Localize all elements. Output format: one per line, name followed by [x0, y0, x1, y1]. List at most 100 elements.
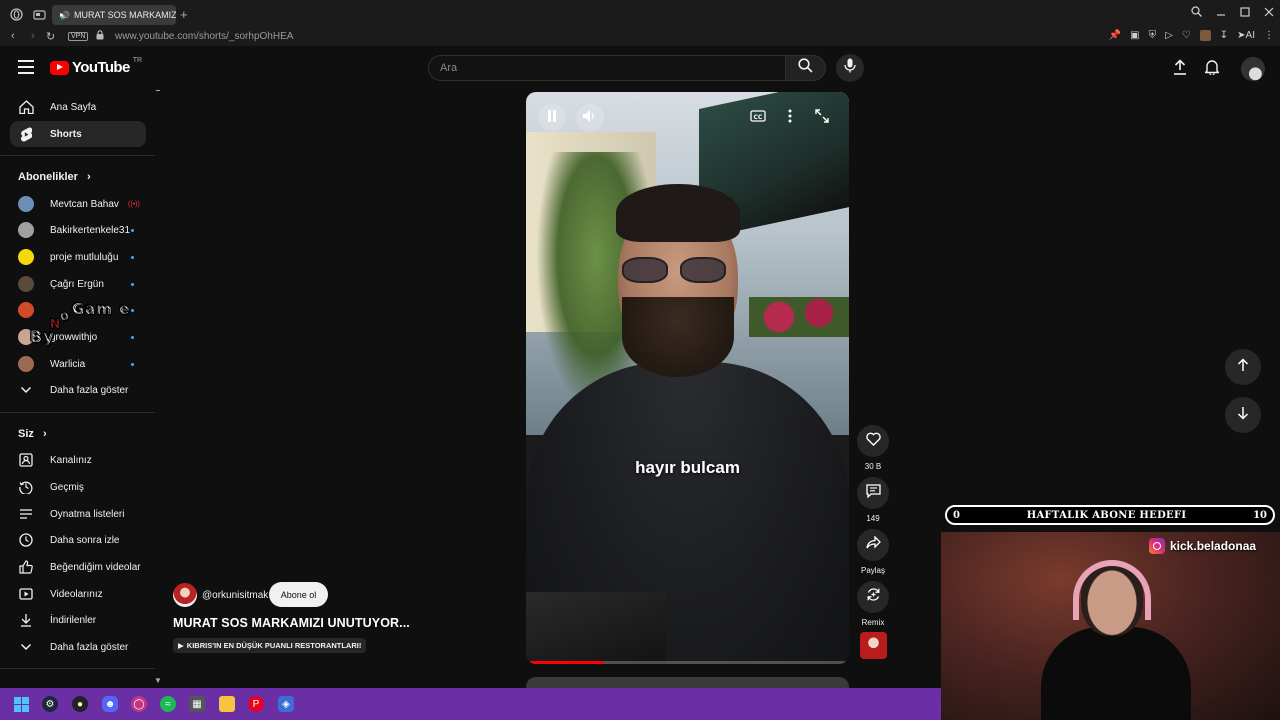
account-avatar[interactable]	[1241, 57, 1265, 81]
network-app-icon[interactable]: ◈	[278, 696, 294, 712]
maximize-icon[interactable]	[1240, 6, 1250, 20]
browser-tab-active[interactable]: 🔊 MURAT SOS MARKAMIZ	[52, 5, 176, 25]
share-label: Paylaş	[860, 566, 885, 575]
sidebar-item-history[interactable]: Geçmiş	[10, 474, 146, 500]
pinterest-icon[interactable]: P	[248, 696, 264, 712]
tab-manager-icon[interactable]	[31, 6, 47, 22]
file-explorer-icon[interactable]	[219, 696, 235, 712]
sidebar-scroll-up-icon[interactable]: ▲	[154, 90, 160, 93]
sidebar-item-subscription[interactable]: Mevtcan Bahav ((•))	[10, 191, 146, 217]
shield-icon[interactable]: ⛨	[1149, 30, 1157, 41]
minimize-icon[interactable]	[1216, 6, 1226, 20]
sidebar-scroll-down-icon[interactable]: ▼	[154, 676, 160, 685]
previous-short-button[interactable]	[1225, 349, 1261, 385]
sidebar-item-subscription[interactable]: Bakirkertenkele31	[10, 217, 146, 243]
sidebar-item-show-more[interactable]: Daha fazla göster	[10, 634, 146, 660]
sidebar-item-playlists[interactable]: Oynatma listeleri	[10, 501, 146, 527]
sidebar-item-shorts[interactable]: Shorts	[10, 121, 146, 147]
shorts-player[interactable]: CC hayır bulcam	[526, 92, 849, 664]
more-icon[interactable]: ⋮	[1264, 30, 1274, 41]
more-options-button[interactable]	[782, 109, 798, 126]
sidebar-item-label: Mevtcan Bahav	[50, 198, 119, 210]
sidebar-item-label: Beğendiğim videolar	[50, 561, 141, 573]
voice-search-button[interactable]	[836, 54, 864, 82]
new-tab-button[interactable]: +	[180, 7, 188, 22]
player-icon[interactable]: ▷	[1165, 30, 1173, 41]
heart-icon[interactable]: ♡	[1182, 30, 1191, 41]
sidebar-item-home[interactable]: Ana Sayfa	[10, 94, 146, 120]
sidebar-item-subscription[interactable]: Çağrı Ergün	[10, 271, 146, 297]
obs-icon[interactable]: ●	[72, 696, 88, 712]
channel-avatar	[18, 276, 34, 292]
like-action[interactable]: 30 B	[857, 425, 889, 471]
sidebar-item-downloads[interactable]: İndirilenler	[10, 607, 146, 633]
stream-logo-overlay: By N o Gam e	[30, 298, 150, 351]
sidebar-item-subscription[interactable]: Warlicia	[10, 351, 146, 377]
audio-source-thumbnail[interactable]	[860, 632, 887, 659]
vpn-badge[interactable]: VPN	[68, 32, 89, 41]
screenshot-icon[interactable]: ▣	[1130, 30, 1139, 41]
sidebar-item-subscription[interactable]: proje mutluluğu	[10, 244, 146, 270]
short-title[interactable]: MURAT SOS MARKAMIZI UNUTUYOR...	[173, 616, 410, 630]
sidebar-item-label: Ana Sayfa	[50, 101, 97, 113]
remix-button[interactable]	[857, 581, 889, 613]
hamburger-menu-icon[interactable]	[18, 60, 34, 74]
comments-action[interactable]: 149	[857, 477, 889, 523]
goal-target: 10	[1253, 509, 1267, 521]
video-frame-flowers	[749, 297, 849, 337]
youtube-logo[interactable]: YouTube TR	[50, 57, 142, 76]
related-video-chip[interactable]: ▶ KIBRIS'IN EN DÜŞÜK PUANLI RESTORANTLAR…	[173, 638, 367, 653]
next-short-peek[interactable]	[526, 677, 849, 688]
reload-icon[interactable]: ↻	[46, 30, 55, 43]
remix-action[interactable]: Remix	[857, 581, 889, 627]
subscribe-button[interactable]: Abone ol	[269, 582, 328, 607]
extension-toolbar: 📌 ▣ ⛨ ▷ ♡ ↧ ➤AI ⋮	[1109, 30, 1274, 41]
video-frame-beard	[622, 297, 734, 377]
captions-button[interactable]: CC	[750, 110, 766, 126]
create-upload-button[interactable]	[1169, 58, 1191, 80]
extension-avatar-icon[interactable]	[1199, 30, 1211, 41]
windows-start-icon[interactable]	[13, 696, 29, 712]
discord-icon[interactable]: ☻	[102, 696, 118, 712]
volume-button[interactable]	[576, 104, 604, 132]
channel-avatar	[18, 356, 34, 372]
share-button[interactable]	[857, 529, 889, 561]
sidebar-item-show-more[interactable]: Daha fazla göster	[10, 377, 146, 403]
sidebar-item-label: Daha fazla göster	[50, 641, 129, 653]
pin-icon[interactable]: 📌	[1109, 30, 1121, 41]
search-input[interactable]: Ara	[428, 55, 786, 81]
share-action[interactable]: Paylaş	[857, 529, 889, 575]
like-button[interactable]	[857, 425, 889, 457]
ai-icon[interactable]: ➤AI	[1237, 30, 1255, 41]
channel-handle[interactable]: @orkunisitmak	[202, 590, 268, 601]
sidebar-item-channel[interactable]: Kanalınız	[10, 447, 146, 473]
comment-count: 149	[866, 514, 880, 523]
sidebar-item-liked-videos[interactable]: Beğendiğim videolar	[10, 554, 146, 580]
browser-menu-icon[interactable]	[8, 6, 24, 22]
microphone-icon	[844, 58, 856, 78]
app-icon[interactable]: ▦	[189, 696, 205, 712]
sidebar-item-your-videos[interactable]: Videolarınız	[10, 581, 146, 607]
fullscreen-button[interactable]	[814, 108, 830, 126]
browser-taskbar-icon[interactable]: ◯	[131, 696, 147, 712]
back-icon[interactable]: ‹	[11, 30, 15, 42]
steam-icon[interactable]: ⚙	[42, 696, 58, 712]
channel-avatar[interactable]	[173, 583, 197, 607]
url-text[interactable]: www.youtube.com/shorts/_sorhpOhHEA	[115, 31, 293, 42]
sidebar-item-watch-later[interactable]: Daha sonra izle	[10, 527, 146, 553]
close-window-icon[interactable]	[1264, 6, 1274, 20]
sidebar-item-label: Daha sonra izle	[50, 534, 120, 546]
notifications-button[interactable]	[1201, 58, 1223, 80]
subscriptions-heading[interactable]: Abonelikler ›	[18, 171, 91, 183]
downloads-icon[interactable]: ↧	[1220, 30, 1228, 41]
spotify-icon[interactable]: ≈	[160, 696, 176, 712]
chip-label: KIBRIS'IN EN DÜŞÜK PUANLI RESTORANTLARI!	[186, 641, 362, 650]
search-button[interactable]	[786, 55, 826, 81]
pause-button[interactable]	[538, 104, 566, 132]
lock-icon[interactable]	[96, 30, 104, 43]
you-heading[interactable]: Siz ›	[18, 428, 47, 440]
comments-button[interactable]	[857, 477, 889, 509]
forward-icon[interactable]: ›	[31, 30, 35, 42]
next-short-button[interactable]	[1225, 397, 1261, 433]
browser-search-icon[interactable]	[1191, 6, 1202, 20]
